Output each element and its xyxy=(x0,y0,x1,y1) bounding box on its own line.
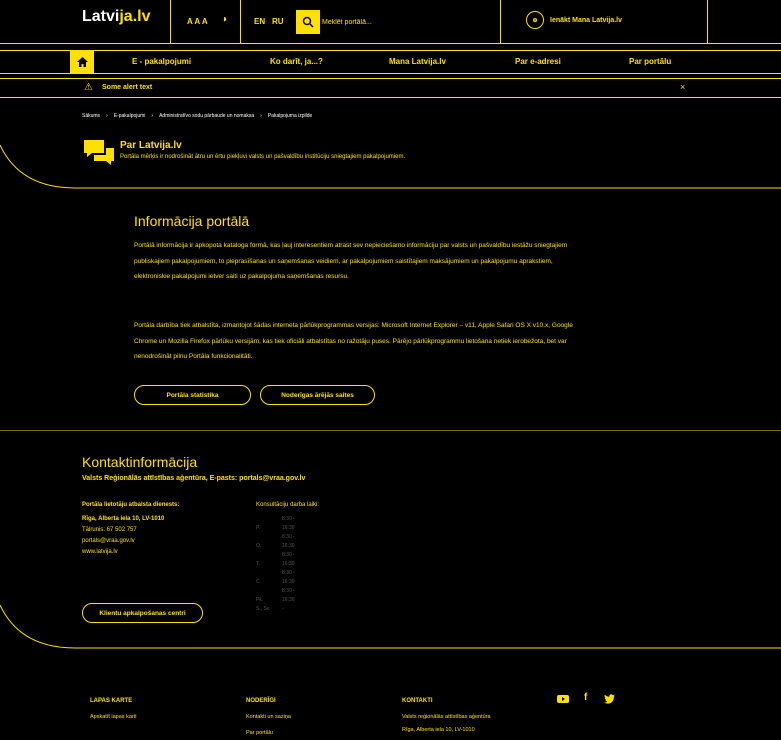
home-icon xyxy=(76,57,88,67)
page-title: Par Latvija.lv xyxy=(120,140,182,151)
nav-item-what-if[interactable]: Ko darīt, ja...? xyxy=(270,57,323,66)
hours-row: O.8:30 - 16:30 xyxy=(256,534,295,549)
support-heading: Portāla lietotāju atbalsta dienests: xyxy=(82,502,180,508)
hours-list: P.8:30 - 16:30 O.8:30 - 16:30 T.8:30 - 1… xyxy=(256,515,308,614)
lang-en-link[interactable]: EN xyxy=(254,17,265,26)
hours-row: C.8:30 - 16:30 xyxy=(256,570,295,585)
search-button[interactable] xyxy=(296,10,320,34)
website-link[interactable]: www.latvija.lv xyxy=(82,547,179,558)
footer-text: Rīga, Alberta iela 10, LV-1010 xyxy=(402,727,475,733)
search-icon xyxy=(302,16,314,28)
phone-text: Tālrunis: 67 502 757 xyxy=(82,527,137,533)
login-link[interactable]: ⊕ Ienākt Mana Latvija.lv xyxy=(526,11,622,29)
footer-heading: LAPAS KARTE xyxy=(90,698,133,704)
divider xyxy=(170,0,171,44)
address-text: Rīga, Alberta iela 10, LV-1010 xyxy=(82,516,165,522)
divider xyxy=(500,0,501,44)
nav-item-e-services[interactable]: E - pakalpojumi xyxy=(132,57,191,66)
footer-link[interactable]: Par portālu xyxy=(246,730,273,736)
nav-item-e-address[interactable]: Par e-adresi xyxy=(515,57,561,66)
divider xyxy=(240,0,241,44)
close-icon[interactable]: × xyxy=(680,82,685,92)
stats-button[interactable]: Portāla statistika xyxy=(134,385,251,405)
divider xyxy=(707,0,708,44)
footer-heading: NODERĪGI xyxy=(246,698,276,704)
contrast-icon[interactable]: ◑ xyxy=(221,14,227,25)
hours-row: T.8:30 - 16:30 xyxy=(256,552,295,567)
hours-row: Pk.8:30 - 16:30 xyxy=(256,588,295,603)
client-centers-button[interactable]: Klientu apkalpošanas centri xyxy=(82,603,203,623)
search-input[interactable] xyxy=(320,10,500,34)
home-button[interactable] xyxy=(70,51,94,73)
support-block: Portāla lietotāju atbalsta dienests: Rīg… xyxy=(82,500,179,558)
footer-heading: KONTAKTI xyxy=(402,698,433,704)
footer-text: Valsts reģionālās attīstības aģentūra xyxy=(402,714,491,720)
external-links-button[interactable]: Noderīgas ārējās saites xyxy=(260,385,375,405)
page-description: Portāla mērķis ir nodrošināt ātru un ērt… xyxy=(120,154,406,160)
user-icon: ⊕ xyxy=(526,11,544,29)
section-title: Informācija portālā xyxy=(134,213,250,229)
footer-link[interactable]: Kontakti un saziņa xyxy=(246,714,291,720)
warning-icon: ⚠ xyxy=(84,82,93,93)
hours-row: S., Sv. - xyxy=(256,606,284,612)
alert-banner: ⚠ Some alert text × xyxy=(0,78,781,98)
chat-icon xyxy=(84,140,114,165)
info-paragraph: Portāla darbība tiek atbalstīta, izmanto… xyxy=(134,322,573,360)
nav-item-about[interactable]: Par portālu xyxy=(629,57,671,66)
nav-item-mana-latvija[interactable]: Mana Latvija.lv xyxy=(389,57,446,66)
main-nav: E - pakalpojumi Ko darīt, ja...? Mana La… xyxy=(0,50,781,74)
contact-subtitle: Valsts Reģionālās attīstības aģentūra, E… xyxy=(82,475,306,482)
facebook-icon[interactable]: f xyxy=(584,692,587,703)
alert-text: Some alert text xyxy=(102,84,153,91)
logo[interactable]: Latvija.lv xyxy=(82,8,150,26)
twitter-icon[interactable] xyxy=(604,694,615,704)
email-link[interactable]: portals@vraa.gov.lv xyxy=(82,536,179,547)
font-size-control[interactable]: A A A xyxy=(187,17,208,26)
top-bar: Latvija.lv A A A ◑ EN RU ⊕ Ienākt Mana L… xyxy=(0,0,781,44)
footer-link[interactable]: Apskatīt lapas karti xyxy=(90,714,136,720)
info-paragraph: Portālā informācija ir apkopota kataloga… xyxy=(134,242,568,280)
login-label: Ienākt Mana Latvija.lv xyxy=(550,16,622,24)
hours-heading: Konsultāciju darba laiki: xyxy=(256,502,320,508)
youtube-icon[interactable] xyxy=(557,694,569,704)
hours-row: P.8:30 - 16:30 xyxy=(256,516,295,531)
contact-title: Kontaktinformācija xyxy=(82,454,198,470)
lang-ru-link[interactable]: RU xyxy=(272,17,284,26)
